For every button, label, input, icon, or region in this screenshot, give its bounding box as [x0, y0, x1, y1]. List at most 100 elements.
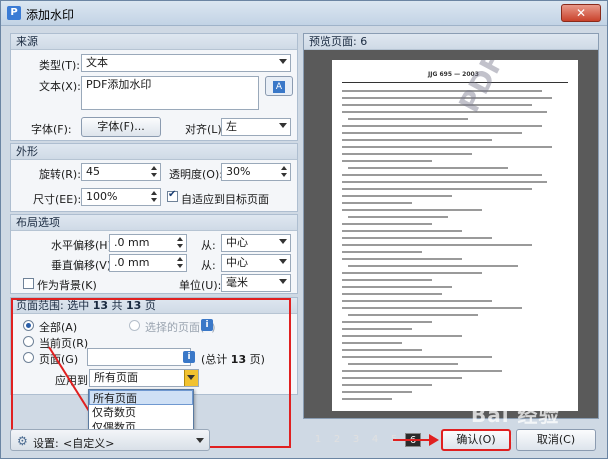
opacity-stepper[interactable]: 30% [221, 163, 291, 181]
doc-text-line [342, 279, 432, 281]
align-select[interactable]: 左 [221, 118, 291, 136]
preview-page: JJG 695 — 2003 PDF添加水印 [332, 60, 578, 411]
background-label: 作为背景(K) [37, 279, 97, 292]
doc-text-line [342, 195, 452, 197]
h-from-select[interactable]: 中心 [221, 234, 291, 252]
source-group: 来源 类型(T): 文本 文本(X): PDF添加水印 A 字体(F): 字体(… [10, 33, 298, 141]
size-value: 100% [86, 190, 118, 203]
h-offset-label: 水平偏移(H): [51, 239, 116, 252]
spin-down-icon[interactable] [175, 243, 185, 250]
align-value: 左 [226, 120, 237, 133]
spin-up-icon[interactable] [279, 165, 289, 172]
doc-text-line [342, 230, 462, 232]
text-input[interactable]: PDF添加水印 [81, 76, 259, 110]
type-select[interactable]: 文本 [81, 54, 291, 72]
close-button[interactable]: ✕ [561, 4, 601, 22]
align-label: 对齐(L): [185, 123, 226, 136]
doc-text-line [342, 286, 452, 288]
doc-text-line [342, 293, 442, 295]
rotate-stepper[interactable]: 45 [81, 163, 161, 181]
page-nav-item[interactable]: 1 [310, 433, 326, 447]
background-checkbox[interactable] [23, 278, 34, 289]
text-style-icon: A [273, 81, 285, 93]
doc-rule [342, 82, 568, 83]
dropdown-item-all[interactable]: 所有页面 [89, 390, 193, 405]
text-format-button[interactable]: A [265, 76, 293, 96]
doc-text-line [342, 104, 532, 106]
font-button[interactable]: 字体(F)... [81, 117, 161, 137]
doc-text-line [342, 251, 422, 253]
doc-text-line [342, 223, 432, 225]
doc-text-line [342, 188, 532, 190]
doc-text-line [342, 342, 402, 344]
doc-text-line [342, 328, 412, 330]
title-bar: P 添加水印 ✕ [1, 1, 607, 26]
doc-text-line [342, 398, 392, 400]
v-from-value: 中心 [226, 256, 248, 269]
layout-group: 布局选项 水平偏移(H): .0 mm 从: 中心 垂直偏移(V): .0 mm [10, 214, 298, 294]
v-from-label: 从: [201, 259, 216, 272]
add-watermark-dialog: P 添加水印 ✕ 来源 类型(T): 文本 文本(X): PDF添加水印 A 字… [0, 0, 608, 459]
fit-page-checkbox[interactable] [167, 189, 178, 202]
page-nav-item[interactable]: 3 [348, 433, 364, 447]
page-nav-item[interactable]: 2 [329, 433, 345, 447]
doc-text-line [348, 216, 448, 218]
text-label: 文本(X): [39, 80, 81, 93]
doc-text-line [342, 272, 482, 274]
dropdown-item-odd[interactable]: 仅奇数页 [89, 405, 193, 420]
spin-down-icon[interactable] [279, 172, 289, 179]
type-value: 文本 [86, 56, 108, 69]
settings-select[interactable]: ⚙ 设置: <自定义> [10, 429, 210, 451]
spin-down-icon[interactable] [149, 197, 159, 204]
doc-text-line [342, 300, 492, 302]
doc-text-line [342, 125, 542, 127]
doc-text-line [342, 97, 552, 99]
h-offset-stepper[interactable]: .0 mm [109, 234, 187, 252]
doc-text-line [348, 167, 508, 169]
doc-text-line [342, 384, 432, 386]
v-offset-value: .0 mm [114, 256, 150, 269]
doc-text-line [342, 349, 422, 351]
doc-text-line [342, 209, 482, 211]
confirm-button[interactable]: 确认(O) [441, 429, 511, 451]
spin-up-icon[interactable] [175, 256, 185, 263]
cancel-button[interactable]: 取消(C) [516, 429, 596, 451]
doc-text-line [342, 132, 522, 134]
doc-text-line [348, 265, 518, 267]
chevron-down-icon [279, 123, 287, 128]
window-title: 添加水印 [26, 8, 75, 22]
page-nav-item[interactable]: 4 [367, 433, 383, 447]
doc-text-line [348, 118, 468, 120]
doc-text-line [342, 146, 552, 148]
spin-down-icon[interactable] [149, 172, 159, 179]
font-label: 字体(F): [31, 123, 72, 136]
doc-text-line [342, 258, 462, 260]
unit-select[interactable]: 毫米 [221, 274, 291, 292]
ok-arrow-line [393, 439, 433, 441]
size-stepper[interactable]: 100% [81, 188, 161, 206]
doc-text-line [342, 111, 547, 113]
preview-page-number: 6 [360, 35, 368, 48]
v-offset-label: 垂直偏移(V): [51, 259, 115, 272]
doc-text-line [342, 153, 472, 155]
source-header: 来源 [11, 34, 297, 50]
doc-text-line [342, 181, 547, 183]
settings-value: <自定义> [63, 437, 115, 450]
spin-up-icon[interactable] [149, 165, 159, 172]
v-offset-stepper[interactable]: .0 mm [109, 254, 187, 272]
preview-header: 预览页面: 6 [304, 34, 598, 50]
doc-text-line [342, 174, 542, 176]
doc-text-line [342, 202, 412, 204]
chevron-down-icon [196, 438, 204, 443]
spin-up-icon[interactable] [149, 190, 159, 197]
doc-text-line [342, 356, 492, 358]
doc-text-line [348, 363, 458, 365]
h-from-label: 从: [201, 239, 216, 252]
spin-down-icon[interactable] [175, 263, 185, 270]
app-icon: P [7, 6, 21, 20]
v-from-select[interactable]: 中心 [221, 254, 291, 272]
spin-up-icon[interactable] [175, 236, 185, 243]
rotate-value: 45 [86, 165, 100, 178]
doc-text-line [342, 377, 462, 379]
chevron-down-icon [279, 59, 287, 64]
